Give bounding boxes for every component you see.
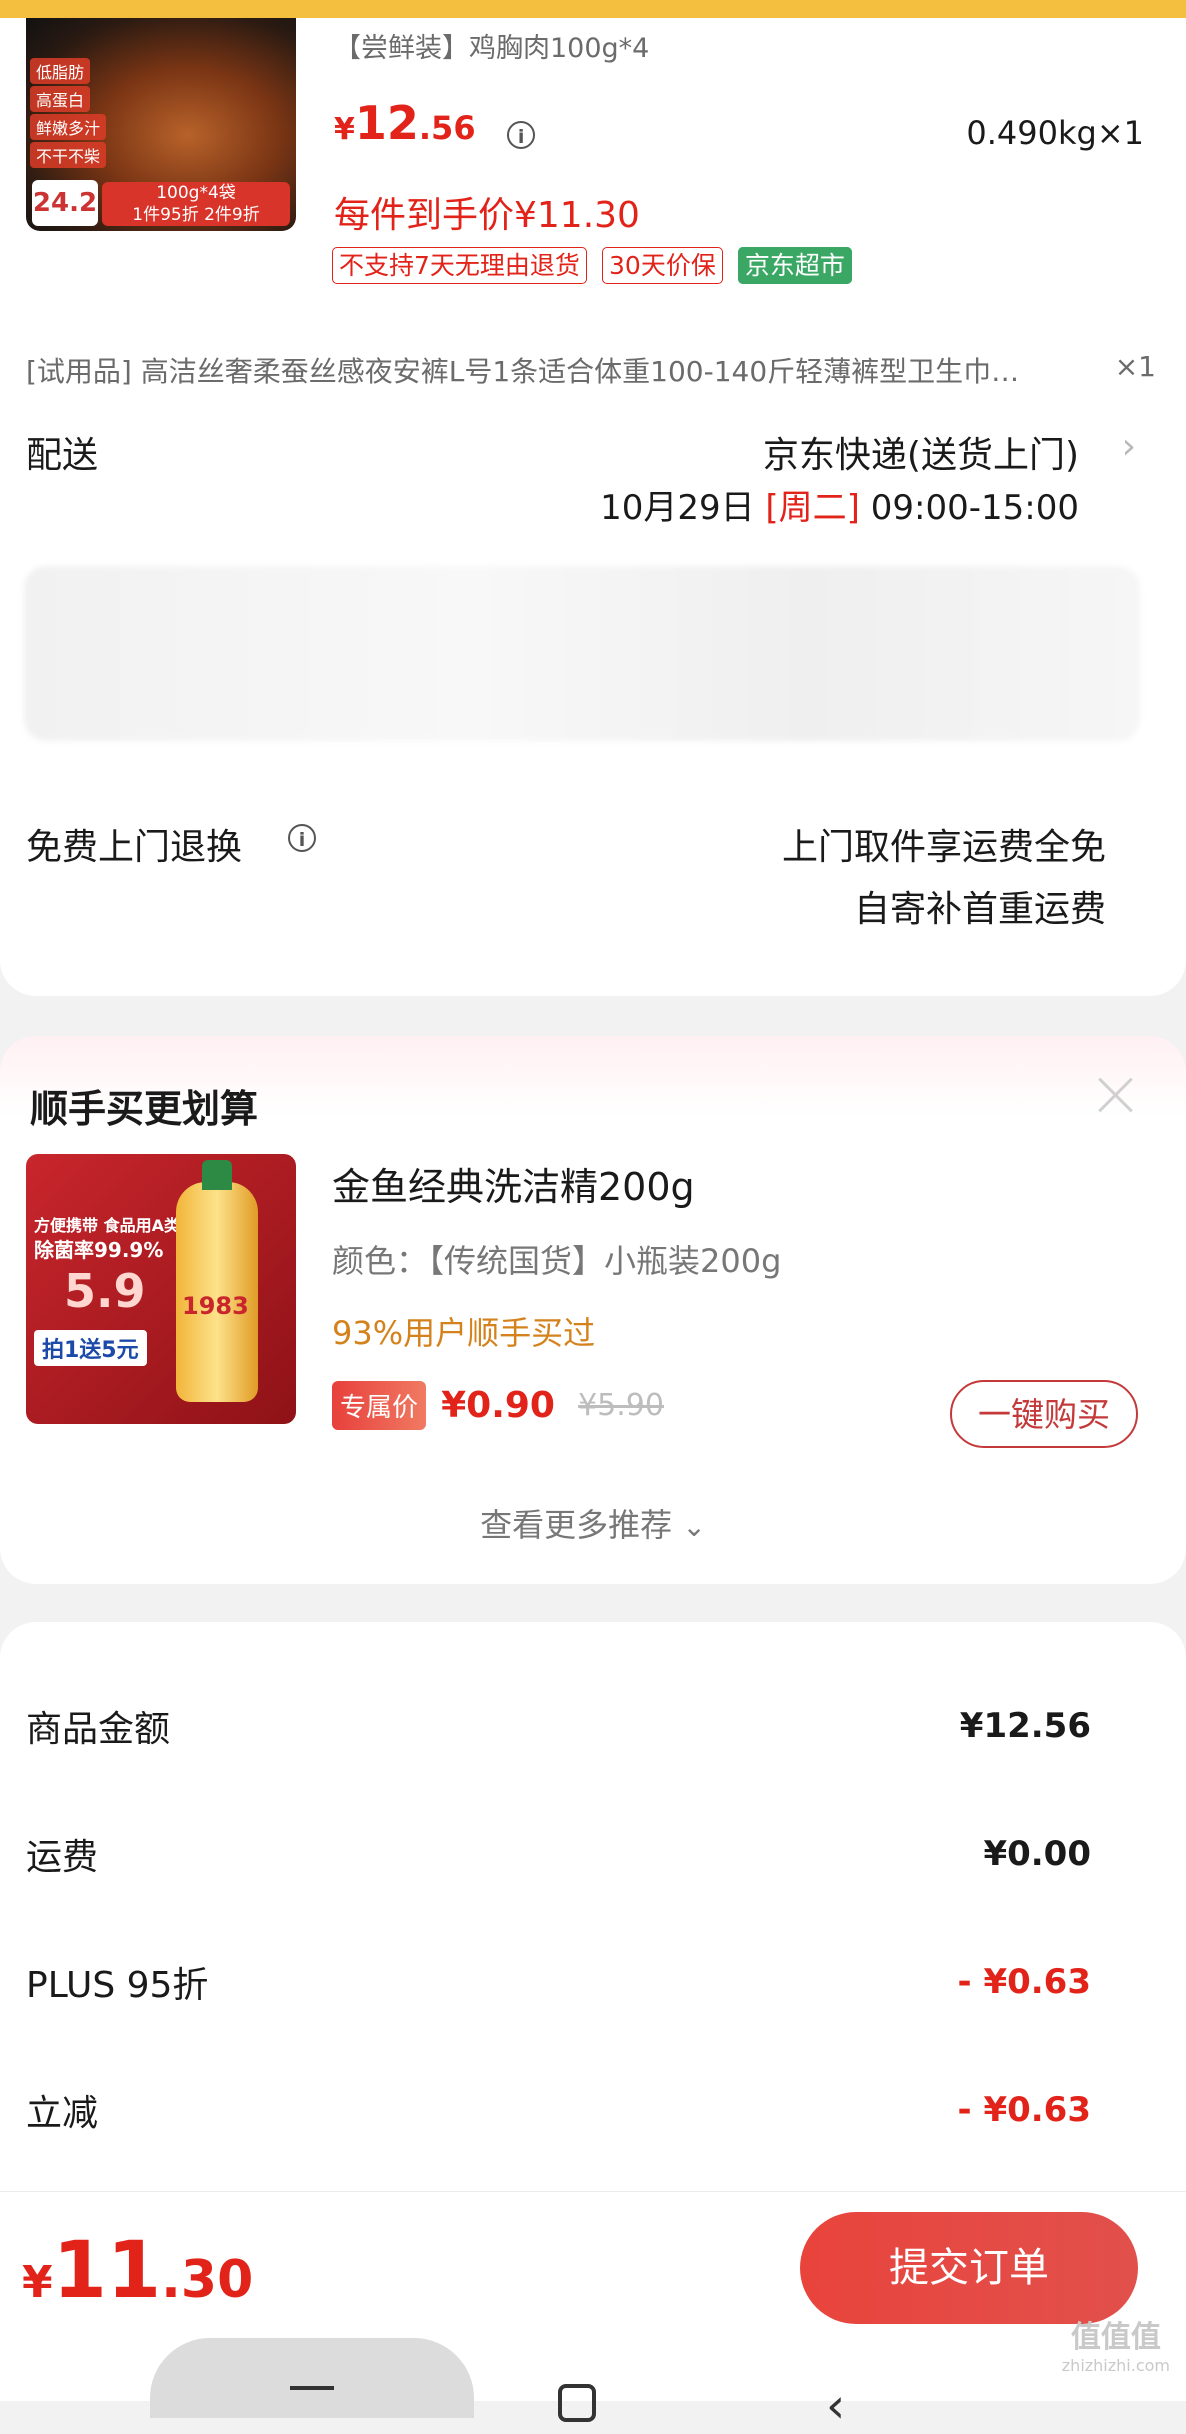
delivery-date: 10月29日 [600,488,755,528]
home-icon[interactable] [558,2384,596,2422]
submit-order-button[interactable]: 提交订单 [800,2212,1138,2324]
addon-price: ¥0.90 [441,1385,555,1426]
trial-item-text: [试用品] 高洁丝奢柔蚕丝感夜安裤L号1条适合体重100-140斤轻薄裤型卫生巾… [26,355,1020,388]
no-return-badge: 不支持7天无理由退货 [332,247,587,284]
info-icon[interactable]: i [507,120,536,149]
addon-orig-price: ¥5.90 [578,1388,664,1423]
footer-divider [0,2191,1186,2192]
delivery-slot[interactable]: 10月29日 [周二] 09:00-15:00 [600,480,1079,529]
more-recommend-label: 查看更多推荐 [480,1506,673,1544]
summary-label: 商品金额 [26,1709,171,1750]
info-icon[interactable]: i [288,824,316,852]
thumb-line1: 方便携带 食品用A类 [34,1216,180,1235]
product-badges: 不支持7天无理由退货 30天价保 京东超市 [332,246,852,284]
bottle-image: 1983 [176,1160,258,1402]
menu-icon[interactable] [290,2386,334,2390]
back-icon[interactable]: ‹ [826,2378,845,2434]
return-label: 免费上门退换 [26,827,243,868]
return-line2: 自寄补首重运费 [853,889,1106,930]
price-summary-card: 商品金额 ¥12.56 运费 ¥0.00 PLUS 95折 - ¥0.63 立减… [0,1622,1186,2434]
product-title[interactable]: 【尝鲜装】鸡胸肉100g*4 [334,26,649,65]
thumb-pack: 100g*4袋 [156,183,236,203]
product-thumbnail[interactable]: 低脂肪 高蛋白 鲜嫩多汁 不干不柴 24.2 100g*4袋 1件95折 2件9… [26,18,296,231]
watermark: 值值值 zhizhizhi.com [1062,2312,1170,2375]
thumb-tag: 鲜嫩多汁 [30,114,107,140]
summary-value: ¥12.56 [959,1706,1091,1746]
thumb-tag: 不干不柴 [30,142,107,168]
price-protect-badge: 30天价保 [602,247,723,284]
summary-value: - ¥0.63 [957,1962,1092,2002]
return-line1: 上门取件享运费全免 [781,827,1106,868]
thumb-tag: 高蛋白 [30,86,91,112]
close-icon[interactable] [1096,1074,1136,1114]
one-click-buy-button[interactable]: 一键购买 [950,1380,1138,1448]
trial-qty: ×1 [1114,350,1156,383]
thumb-promo: 100g*4袋 1件95折 2件9折 [102,182,290,226]
exclusive-price-tag: 专属价 [332,1381,427,1430]
thumb-tag: 低脂肪 [30,58,91,84]
thumb-promo: 拍1送5元 [34,1330,147,1366]
thumb-year: 1983 [182,1292,249,1320]
delivery-time: 09:00-15:00 [870,488,1079,528]
addon-name[interactable]: 金鱼经典洗洁精200g [332,1156,695,1211]
hand-price: 每件到手价¥11.30 [334,195,640,236]
addon-stat: 93%用户顺手买过 [332,1314,596,1352]
summary-value: - ¥0.63 [957,2090,1092,2130]
price-currency: ¥ [334,112,355,147]
delivery-label: 配送 [26,435,99,476]
chevron-down-icon: ⌄ [682,1510,706,1543]
blurred-section [24,566,1140,741]
top-status-strip [0,0,1186,18]
addon-price-row: 专属价 ¥0.90 ¥5.90 [332,1381,664,1435]
summary-label: PLUS 95折 [26,1965,209,2006]
delivery-method[interactable]: 京东快递(送货上门) [763,426,1079,478]
jd-supermarket-badge: 京东超市 [737,247,852,284]
delivery-weekday: [周二] [765,488,860,528]
summary-label: 立减 [26,2093,99,2134]
price-decimal: .56 [418,109,476,147]
addon-thumbnail[interactable]: 方便携带 食品用A类 除菌率99.9% 5.9 拍1送5元 1983 [26,1154,296,1424]
order-product-card: 低脂肪 高蛋白 鲜嫩多汁 不干不柴 24.2 100g*4袋 1件95折 2件9… [0,18,1186,996]
total-integer: 11 [52,2226,162,2316]
weight-quantity: 0.490kg×1 [966,114,1144,152]
chevron-right-icon[interactable]: › [1122,426,1136,467]
more-recommend-link[interactable]: 查看更多推荐 ⌄ [0,1500,1186,1546]
thumb-line2: 除菌率99.9% [34,1238,164,1262]
watermark-logo: 值值值 [1070,2320,1161,2355]
total-price: ¥11.30 [22,2226,253,2316]
trial-item[interactable]: [试用品] 高洁丝奢柔蚕丝感夜安裤L号1条适合体重100-140斤轻薄裤型卫生巾… [26,350,1140,390]
thumb-price: 5.9 [64,1264,146,1318]
total-decimal: .30 [161,2250,254,2310]
addon-variant[interactable]: 颜色：【传统国货】小瓶装200g [332,1236,781,1282]
summary-value: ¥0.00 [983,1834,1091,1874]
total-currency: ¥ [22,2257,53,2308]
thumb-price: 24.2 [32,180,98,226]
nav-bar-pill [150,2338,474,2418]
section-title: 顺手买更划算 [30,1087,259,1131]
price-integer: 12 [354,96,419,150]
thumb-promo-text: 1件95折 2件9折 [132,205,260,225]
summary-label: 运费 [26,1837,99,1878]
product-price: ¥12.56 i [334,96,536,150]
addon-recommend-card: 顺手买更划算 方便携带 食品用A类 除菌率99.9% 5.9 拍1送5元 198… [0,1036,1186,1584]
watermark-url: zhizhizhi.com [1061,2356,1170,2375]
